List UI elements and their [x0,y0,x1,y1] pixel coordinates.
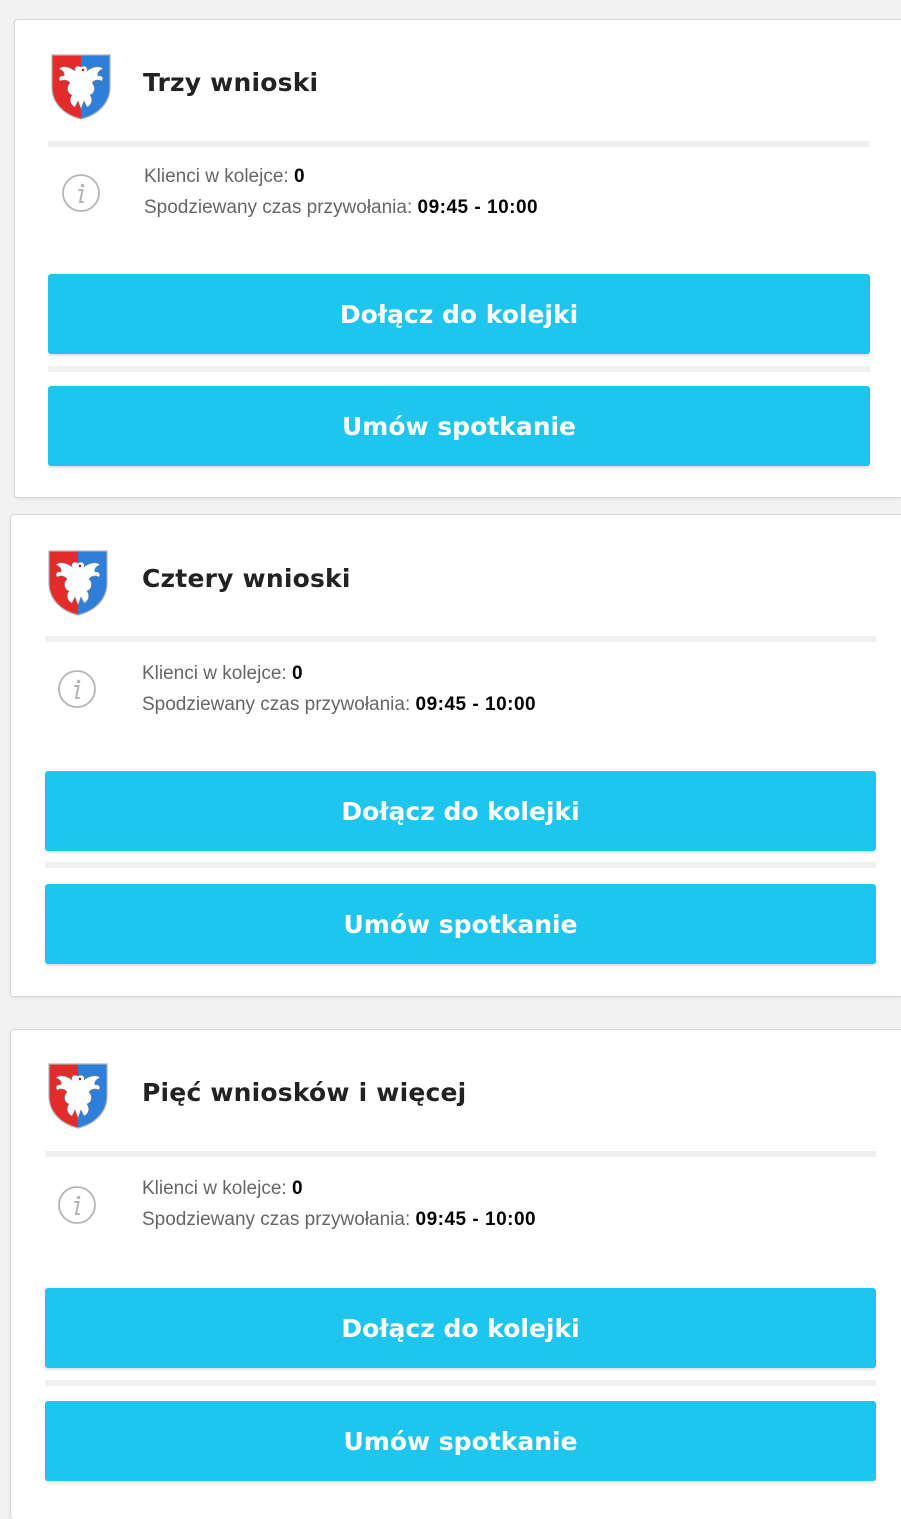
info-icon [58,670,96,708]
service-card: Trzy wnioski Klienci w kolejce: 0 Spodzi… [14,19,901,498]
time-info: Spodziewany czas przywołania: 09:45 - 10… [142,694,536,716]
queue-info: Klienci w kolejce: 0 [142,1178,303,1200]
divider [48,366,870,372]
queue-count: 0 [291,1178,304,1199]
time-label: Spodziewany czas przywołania: [144,197,413,218]
queue-info: Klienci w kolejce: 0 [144,166,305,188]
divider [45,1380,876,1386]
service-title: Trzy wnioski [143,68,319,97]
queue-label: Klienci w kolejce: [144,166,289,187]
join-queue-button[interactable]: Dołącz do kolejki [45,1288,876,1368]
queue-label: Klienci w kolejce: [142,663,287,684]
service-card: Cztery wnioski Klienci w kolejce: 0 Spod… [10,514,901,997]
queue-label: Klienci w kolejce: [142,1178,287,1199]
expected-time: 09:45 - 10:00 [415,694,537,715]
queue-count: 0 [293,166,306,187]
time-info: Spodziewany czas przywołania: 09:45 - 10… [144,197,538,219]
time-info: Spodziewany czas przywołania: 09:45 - 10… [142,1209,536,1231]
service-card: Pięć wniosków i więcej Klienci w kolejce… [10,1029,901,1519]
info-icon [62,174,100,212]
queue-info: Klienci w kolejce: 0 [142,663,303,685]
expected-time: 09:45 - 10:00 [415,1209,537,1230]
service-title: Cztery wnioski [142,564,351,593]
divider [45,1151,876,1157]
service-title: Pięć wniosków i więcej [142,1078,467,1107]
book-appointment-button[interactable]: Umów spotkanie [45,884,876,964]
book-appointment-button[interactable]: Umów spotkanie [45,1401,876,1481]
divider [48,141,870,147]
divider [45,636,876,642]
coat-of-arms-icon [51,54,111,120]
time-label: Spodziewany czas przywołania: [142,1209,411,1230]
time-label: Spodziewany czas przywołania: [142,694,411,715]
coat-of-arms-icon [48,550,108,616]
queue-count: 0 [291,663,304,684]
join-queue-button[interactable]: Dołącz do kolejki [48,274,870,354]
coat-of-arms-icon [48,1063,108,1129]
expected-time: 09:45 - 10:00 [417,197,539,218]
book-appointment-button[interactable]: Umów spotkanie [48,386,870,466]
divider [45,862,876,868]
info-icon [58,1186,96,1224]
join-queue-button[interactable]: Dołącz do kolejki [45,771,876,851]
